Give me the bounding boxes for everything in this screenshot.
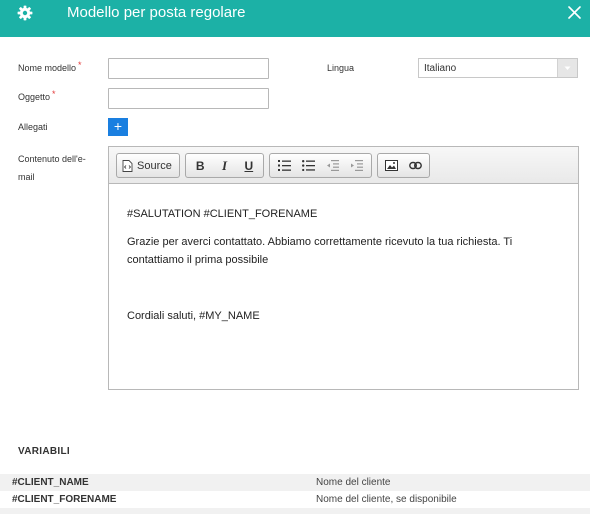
add-attachment-button[interactable]: + (108, 118, 128, 136)
content-paragraph-empty (127, 279, 560, 297)
bulleted-list-button[interactable] (296, 155, 320, 176)
source-group: Source (116, 153, 180, 178)
subject-input[interactable] (108, 88, 269, 109)
bold-icon: B (195, 158, 205, 173)
content-label-line2: mail (18, 172, 35, 182)
content-label-line1: Contenuto dell'e- (18, 154, 86, 164)
editor-content[interactable]: #SALUTATION #CLIENT_FORENAME Grazie per … (109, 185, 578, 389)
table-row (0, 508, 590, 514)
content-label: Contenuto dell'e- mail (18, 150, 86, 186)
variable-name: #CLIENT_NAME (12, 477, 89, 488)
image-button[interactable] (380, 155, 404, 176)
indent-button[interactable] (345, 155, 369, 176)
content-paragraph-signature: Cordiali saluti, #MY_NAME (127, 310, 260, 322)
outdent-icon (327, 160, 340, 171)
source-icon (122, 159, 133, 172)
modal-header: Modello per posta regolare (0, 0, 590, 37)
required-mark: * (78, 60, 82, 70)
content-paragraph-salutation: #SALUTATION #CLIENT_FORENAME (127, 208, 318, 220)
list-group (269, 153, 372, 178)
close-icon (567, 6, 581, 19)
chevron-down-icon (557, 59, 577, 77)
basic-styles-group: B I U (185, 153, 264, 178)
table-row: #CLIENT_FORENAME Nome del cliente, se di… (0, 491, 590, 508)
link-button[interactable] (404, 155, 428, 176)
source-button[interactable]: Source (119, 155, 175, 176)
attachments-label: Allegati (18, 122, 48, 132)
subject-label: Oggetto * (18, 89, 56, 102)
required-mark: * (52, 89, 56, 99)
image-icon (385, 160, 399, 171)
modal-title: Modello per posta regolare (67, 4, 246, 21)
variable-name: #CLIENT_FORENAME (12, 494, 117, 505)
link-icon (408, 161, 422, 170)
indent-icon (351, 160, 364, 171)
editor-toolbar: Source B I U (109, 147, 578, 184)
underline-icon: U (244, 158, 254, 173)
bold-button[interactable]: B (188, 155, 212, 176)
italic-button[interactable]: I (212, 155, 236, 176)
language-select-value: Italiano (424, 63, 457, 74)
email-editor: Source B I U #SALUTATION #CLIENT_FORENAM… (108, 146, 579, 390)
insert-group (377, 153, 430, 178)
language-select[interactable]: Italiano (418, 58, 578, 78)
underline-button[interactable]: U (237, 155, 261, 176)
variable-description: Nome del cliente (316, 477, 391, 488)
variables-title: VARIABILI (18, 446, 70, 457)
variable-description: Nome del cliente, se disponibile (316, 494, 457, 505)
source-label: Source (137, 159, 172, 172)
table-row: #CLIENT_NAME Nome del cliente (0, 474, 590, 491)
name-label: Nome modello * (18, 60, 82, 73)
italic-icon: I (221, 157, 228, 173)
gear-icon (0, 0, 50, 37)
language-label: Lingua (327, 63, 355, 73)
bulleted-list-icon (301, 160, 315, 171)
close-button[interactable] (564, 0, 584, 25)
numbered-list-icon (277, 160, 291, 171)
outdent-button[interactable] (321, 155, 345, 176)
subject-label-text: Oggetto (18, 92, 51, 102)
template-name-input[interactable] (108, 58, 269, 79)
name-label-text: Nome modello (18, 63, 77, 73)
content-paragraph-body: Grazie per averci contattato. Abbiamo co… (127, 236, 513, 266)
numbered-list-button[interactable] (272, 155, 296, 176)
